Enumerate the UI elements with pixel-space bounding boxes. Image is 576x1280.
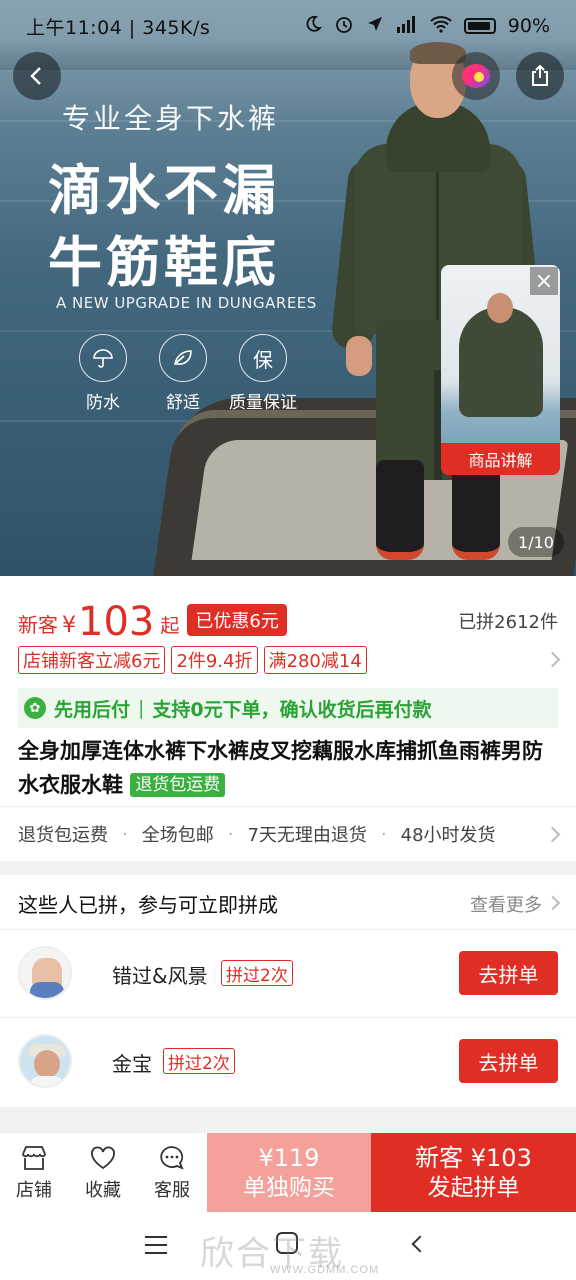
pay-later-icon: ✿ [24, 697, 46, 719]
group-heading: 这些人已拼，参与可立即拼成 [18, 893, 278, 917]
promo-tag[interactable]: 2件9.4折 [171, 646, 258, 674]
currency-symbol: ¥ [62, 613, 76, 638]
back-icon[interactable] [411, 1235, 429, 1253]
battery-level: 90% [507, 15, 550, 37]
feature-quality: 保 质量保证 [218, 334, 308, 413]
battery-icon [463, 18, 496, 34]
share-button[interactable] [516, 52, 564, 100]
favorite-button[interactable]: 收藏 [70, 1133, 136, 1213]
group-buy-section: 这些人已拼，参与可立即拼成 查看更多 错过&风景 拼过2次 去拼单 金宝 拼过2… [0, 875, 576, 1107]
sold-count: 已拼2612件 [458, 612, 558, 633]
price-amount: 103 [78, 599, 155, 645]
product-title-text: 全身加厚连体水裤下水裤皮叉挖藕服水库捕抓鱼雨裤男防水衣服水鞋 [18, 739, 543, 797]
promo-tag[interactable]: 满280减14 [263, 646, 367, 674]
price-suffix: 起 [160, 615, 180, 637]
avatar [18, 946, 72, 1000]
divider: | [138, 697, 145, 719]
moon-icon [304, 15, 322, 38]
feature-comfort: 舒适 [138, 334, 228, 413]
alarm-icon [334, 14, 354, 39]
pay-later-title: 先用后付 [54, 698, 131, 721]
chevron-right-icon[interactable] [544, 651, 561, 668]
signal-icon [396, 15, 418, 38]
avatar [18, 1034, 72, 1088]
group-label: 发起拼单 [427, 1175, 520, 1201]
alone-label: 单独购买 [243, 1175, 335, 1201]
join-group-button[interactable]: 去拼单 [459, 1039, 558, 1083]
group-price: 新客 ¥103 [415, 1144, 532, 1172]
store-label: 店铺 [16, 1180, 52, 1201]
buy-alone-button[interactable]: ¥119 单独购买 [207, 1133, 371, 1213]
menu-icon[interactable] [145, 1236, 167, 1254]
video-label[interactable]: 商品讲解 [441, 443, 560, 475]
service-item: 48小时发货 [400, 825, 496, 846]
product-title: 全身加厚连体水裤下水裤皮叉挖藕服水库捕抓鱼雨裤男防水衣服水鞋 退货包运费 [18, 734, 558, 802]
back-button[interactable] [13, 52, 61, 100]
share-icon [532, 64, 548, 86]
user-name: 错过&风景 [112, 964, 208, 988]
group-count-tag: 拼过2次 [221, 960, 293, 986]
store-button[interactable]: 店铺 [1, 1133, 67, 1213]
watermark-url: WWW.GDMM.COM [270, 1264, 380, 1276]
umbrella-icon [79, 334, 127, 382]
assistant-icon [462, 64, 490, 88]
feature-label: 防水 [86, 393, 120, 413]
assistant-button[interactable] [452, 52, 500, 100]
close-icon[interactable]: × [530, 267, 558, 295]
hero-english-caption: A NEW UPGRADE IN DUNGAREES [56, 294, 317, 312]
status-bar: 上午11:04 | 345K/s 90% [0, 0, 576, 52]
discount-badge: 已优惠6元 [187, 604, 287, 636]
chevron-right-icon[interactable] [544, 826, 561, 843]
new-customer-label: 新客 [18, 613, 58, 637]
store-icon [22, 1146, 46, 1170]
service-item: 全场包邮 [141, 825, 214, 846]
alone-price: ¥119 [258, 1144, 320, 1172]
hero-subtitle: 专业全身下水裤 [62, 102, 280, 135]
see-more-link[interactable]: 查看更多 [470, 891, 542, 917]
status-time: 上午11:04 | 345K/s [26, 16, 211, 39]
pay-later-desc: 支持0元下单，确认收货后再付款 [152, 698, 432, 721]
join-group-button[interactable]: 去拼单 [459, 951, 558, 995]
chevron-right-icon[interactable] [545, 895, 561, 911]
hero-headline-2: 牛筋鞋底 [48, 231, 280, 294]
hero-headline-1: 滴水不漏 [48, 159, 280, 222]
video-thumbnail [459, 307, 543, 417]
pay-later-banner[interactable]: ✿ 先用后付 | 支持0元下单，确认收货后再付款 [18, 688, 558, 728]
service-item: 7天无理由退货 [247, 825, 367, 846]
leaf-icon [159, 334, 207, 382]
product-info-card: 新客 ¥ 103 起 已优惠6元 已拼2612件 店铺新客立减6元 2件9.4折… [0, 576, 576, 861]
chat-icon [160, 1146, 184, 1170]
start-group-button[interactable]: 新客 ¥103 发起拼单 [371, 1133, 576, 1213]
group-user-row: 错过&风景 拼过2次 去拼单 [0, 929, 576, 1017]
wifi-icon [430, 15, 452, 38]
heart-icon [91, 1146, 115, 1170]
group-user-row: 金宝 拼过2次 去拼单 [0, 1017, 576, 1105]
user-name: 金宝 [112, 1052, 152, 1076]
location-icon [366, 15, 384, 38]
quality-icon: 保 [239, 334, 287, 382]
return-shipping-badge: 退货包运费 [130, 773, 226, 797]
chevron-left-icon [30, 67, 41, 85]
feature-waterproof: 防水 [58, 334, 148, 413]
service-guarantees[interactable]: 退货包运费 · 全场包邮 · 7天无理由退货 · 48小时发货 [0, 806, 576, 861]
feature-label: 舒适 [166, 393, 200, 413]
product-video-widget[interactable]: × 商品讲解 [441, 265, 560, 475]
favorite-label: 收藏 [85, 1180, 121, 1201]
promo-tags[interactable]: 店铺新客立减6元 2件9.4折 满280减14 [18, 646, 367, 674]
price-row: 新客 ¥ 103 起 已优惠6元 [18, 594, 287, 644]
service-item: 退货包运费 [18, 825, 108, 846]
promo-tag[interactable]: 店铺新客立减6元 [18, 646, 166, 674]
group-count-tag: 拼过2次 [163, 1048, 235, 1074]
bottom-action-bar: 店铺 收藏 客服 ¥119 单独购买 新客 ¥103 发起拼单 [0, 1132, 576, 1213]
service-label: 客服 [154, 1180, 190, 1201]
customer-service-button[interactable]: 客服 [139, 1133, 205, 1213]
image-pager: 1/10 [508, 527, 564, 557]
feature-label: 质量保证 [229, 393, 297, 413]
